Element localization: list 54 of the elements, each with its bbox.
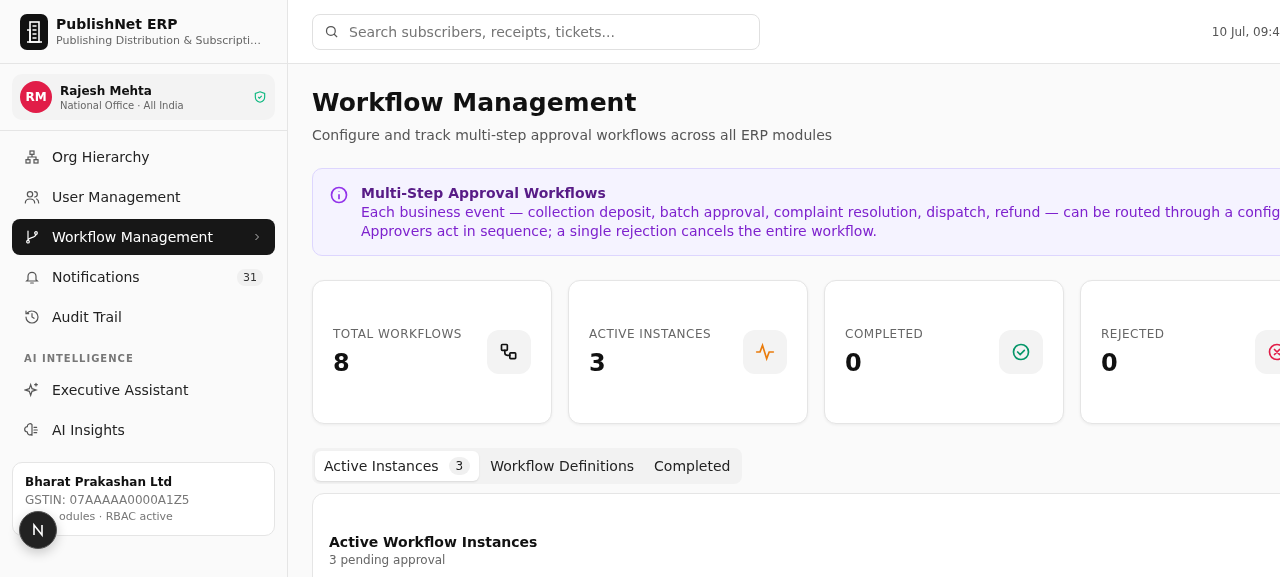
tab[interactable]: Workflow Definitions <box>481 451 644 481</box>
stat-value: 0 <box>845 349 863 377</box>
stat-value: 3 <box>589 349 607 377</box>
pulse-icon <box>755 342 775 362</box>
user-name: Rajesh Mehta <box>60 83 153 98</box>
count-badge: 31 <box>237 268 263 286</box>
user-avatar: RM <box>20 81 52 113</box>
nav-item[interactable]: Audit Trail <box>12 299 275 335</box>
nav-item[interactable]: Org Hierarchy <box>12 139 275 175</box>
brain-icon <box>24 422 40 438</box>
nav-item[interactable]: AI Insights <box>12 412 275 448</box>
stat-label: COMPLETED <box>845 327 924 341</box>
stat-value: 0 <box>1101 349 1119 377</box>
page-subtitle: Configure and track multi-step approval workflows across all ERP modules <box>312 127 834 143</box>
search-icon <box>324 23 339 39</box>
stat-label: TOTAL WORKFLOWS <box>333 327 462 341</box>
stat-label: ACTIVE INSTANCES <box>589 327 712 341</box>
page-title: Workflow Management <box>312 88 638 117</box>
count-badge: 3 <box>448 457 471 475</box>
hierarchy-icon <box>24 149 40 165</box>
panel-subtitle: 3 pending approval <box>329 553 447 567</box>
nav-item[interactable]: Workflow Management <box>12 219 275 255</box>
users-icon <box>24 189 40 205</box>
panel-title: Active Workflow Instances <box>329 534 539 550</box>
building-logo-icon <box>20 13 48 50</box>
company-gstin: GSTIN: 07AAAAA0000A1Z5 <box>25 493 191 507</box>
banner-title: Multi-Step Approval Workflows <box>361 185 607 201</box>
n-letter-icon <box>30 522 46 538</box>
bell-icon <box>24 269 40 285</box>
nav-item[interactable]: Notifications 31 <box>12 259 275 295</box>
info-icon <box>329 185 349 205</box>
app-subtitle: Publishing Distribution & Subscripti… <box>56 34 262 47</box>
check-circle-icon <box>1011 342 1031 362</box>
company-name: Bharat Prakashan Ltd <box>25 475 174 489</box>
search-field[interactable]: Search subscribers, receipts, tickets... <box>312 13 760 50</box>
date-time: 10 Jul, 09:4 <box>1211 24 1280 39</box>
app-name: PublishNet ERP <box>56 16 179 32</box>
user-office: National Office · All India <box>60 99 185 111</box>
linked-squares-icon <box>499 342 519 362</box>
stat-value: 8 <box>333 349 351 377</box>
tab[interactable]: Active Instances 3 <box>315 451 480 481</box>
sparkles-icon <box>24 382 40 398</box>
branch-icon <box>24 229 40 245</box>
history-icon <box>24 309 40 325</box>
banner-text: Approvers act in sequence; a single rejection cancels the entire workflow. <box>361 223 879 239</box>
tab[interactable]: Completed <box>645 451 740 481</box>
nav-item[interactable]: Executive Assistant <box>12 372 275 408</box>
stat-label: REJECTED <box>1101 327 1165 341</box>
floating-logo-button[interactable] <box>19 511 57 549</box>
section-heading: AI INTELLIGENCE <box>23 352 135 366</box>
company-status: odules · RBAC active <box>58 510 174 523</box>
nav-item[interactable]: User Management <box>12 179 275 215</box>
user-card[interactable]: RM Rajesh Mehta National Office · All India <box>12 74 275 120</box>
banner-text: Each business event — collection deposit, batch approval, complaint resolution, dispatch, refund — can be routed through a config <box>361 204 1280 220</box>
